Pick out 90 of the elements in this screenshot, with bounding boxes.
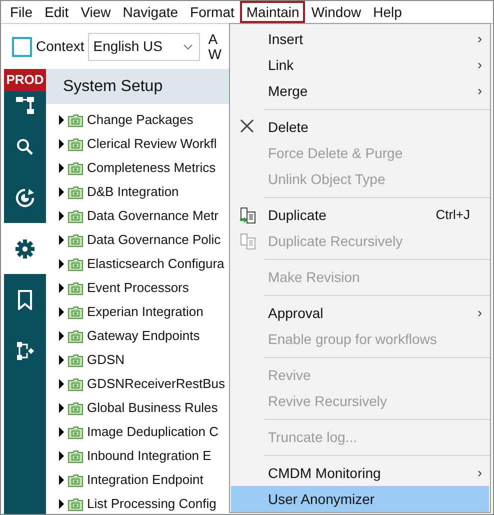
- workflow-icon[interactable]: [15, 340, 35, 360]
- folder-icon: [68, 162, 83, 174]
- menu-item[interactable]: Approval ›: [230, 300, 490, 326]
- expand-icon[interactable]: [59, 115, 64, 125]
- folder-icon: [68, 450, 83, 462]
- expand-icon[interactable]: [59, 403, 64, 413]
- submenu-arrow: ›: [478, 56, 482, 74]
- submenu-arrow: ›: [478, 304, 482, 322]
- menu-item[interactable]: User Anonymizer: [231, 486, 489, 512]
- folder-icon: [68, 186, 83, 198]
- tree-item[interactable]: Event Processors: [87, 278, 189, 298]
- expand-icon[interactable]: [59, 259, 64, 269]
- expand-icon[interactable]: [59, 139, 64, 149]
- history-icon[interactable]: [15, 188, 35, 208]
- tree-item[interactable]: Gateway Endpoints: [87, 326, 200, 346]
- menu-item[interactable]: CMDM Monitoring ›: [230, 460, 490, 486]
- submenu-arrow: ›: [478, 464, 482, 482]
- folder-icon: [68, 306, 83, 318]
- context-dropdown[interactable]: English US: [88, 32, 200, 60]
- shortcut-text: Ctrl+J: [436, 206, 470, 224]
- search-icon[interactable]: [16, 138, 34, 156]
- submenu-arrow: ›: [478, 82, 482, 100]
- tree-item[interactable]: Integration Endpoint: [87, 470, 204, 490]
- folder-icon: [68, 330, 83, 342]
- menu-item[interactable]: Help: [367, 1, 408, 23]
- environment-badge: PROD: [4, 69, 46, 91]
- toolbar-text: A: [208, 32, 219, 46]
- bookmark-icon[interactable]: [17, 290, 33, 310]
- expand-icon[interactable]: [59, 211, 64, 221]
- expand-icon[interactable]: [59, 331, 64, 341]
- expand-icon[interactable]: [59, 283, 64, 293]
- settings-icon[interactable]: [15, 238, 35, 258]
- expand-icon[interactable]: [59, 499, 64, 509]
- copy-icon: [240, 207, 256, 224]
- menu-item[interactable]: Edit: [38, 1, 75, 23]
- menu-item[interactable]: View: [74, 1, 117, 23]
- expand-icon[interactable]: [59, 475, 64, 485]
- tree-item[interactable]: GDSNReceiverRestBus: [87, 374, 225, 394]
- tree-item[interactable]: GDSN: [87, 350, 125, 370]
- expand-icon[interactable]: [59, 163, 64, 173]
- tree-item[interactable]: Image Deduplication C: [87, 422, 219, 442]
- folder-icon: [68, 138, 83, 150]
- toolbar-text: W: [208, 46, 222, 62]
- tree-item[interactable]: List Processing Config: [87, 494, 216, 514]
- tree-item[interactable]: D&B Integration: [87, 182, 179, 202]
- expand-icon[interactable]: [59, 235, 64, 245]
- hierarchy-icon[interactable]: [15, 96, 35, 116]
- menu-item[interactable]: Window: [305, 1, 368, 23]
- menu-item[interactable]: Delete: [230, 114, 490, 140]
- caret-icon[interactable]: [183, 44, 194, 50]
- tree-item[interactable]: Experian Integration: [87, 302, 204, 322]
- menu-item[interactable]: Duplicate Ctrl+J: [230, 202, 490, 228]
- folder-icon: [68, 378, 83, 390]
- folder-icon: [68, 114, 83, 126]
- panel-title: System Setup: [63, 76, 163, 96]
- expand-icon[interactable]: [59, 187, 64, 197]
- folder-icon: [68, 234, 83, 246]
- context-label: Context: [36, 37, 84, 56]
- folder-icon: [68, 282, 83, 294]
- tree-item[interactable]: Inbound Integration E: [87, 446, 212, 466]
- folder-icon: [68, 474, 83, 486]
- menu-item[interactable]: Insert ›: [230, 26, 490, 52]
- close-icon: [240, 119, 254, 133]
- menu-item[interactable]: Navigate: [116, 1, 184, 23]
- expand-icon[interactable]: [59, 355, 64, 365]
- square-icon[interactable]: [12, 36, 32, 56]
- menu-item[interactable]: File: [4, 1, 39, 23]
- expand-icon[interactable]: [59, 307, 64, 317]
- folder-icon: [68, 354, 83, 366]
- menu-item[interactable]: Link ›: [230, 52, 490, 78]
- expand-icon[interactable]: [59, 379, 64, 389]
- folder-icon: [68, 498, 83, 510]
- tree-item[interactable]: Elasticsearch Configura: [87, 254, 224, 274]
- folder-icon: [68, 210, 83, 222]
- tree-item[interactable]: Clerical Review Workfl: [87, 134, 217, 154]
- copy-icon: [240, 233, 256, 250]
- tree-item[interactable]: Data Governance Polic: [87, 230, 221, 250]
- tree-item[interactable]: Data Governance Metr: [87, 206, 219, 226]
- expand-icon[interactable]: [59, 451, 64, 461]
- folder-icon: [68, 426, 83, 438]
- folder-icon: [68, 258, 83, 270]
- menu-item[interactable]: Maintain: [240, 1, 306, 23]
- tree-item[interactable]: Change Packages: [87, 110, 194, 130]
- menu-item[interactable]: Format: [184, 1, 240, 23]
- submenu-arrow: ›: [478, 30, 482, 48]
- menu-item[interactable]: Merge ›: [230, 78, 490, 104]
- folder-icon: [68, 402, 83, 414]
- expand-icon[interactable]: [59, 427, 64, 437]
- tree-item[interactable]: Completeness Metrics: [87, 158, 216, 178]
- tree-item[interactable]: Global Business Rules: [87, 398, 218, 418]
